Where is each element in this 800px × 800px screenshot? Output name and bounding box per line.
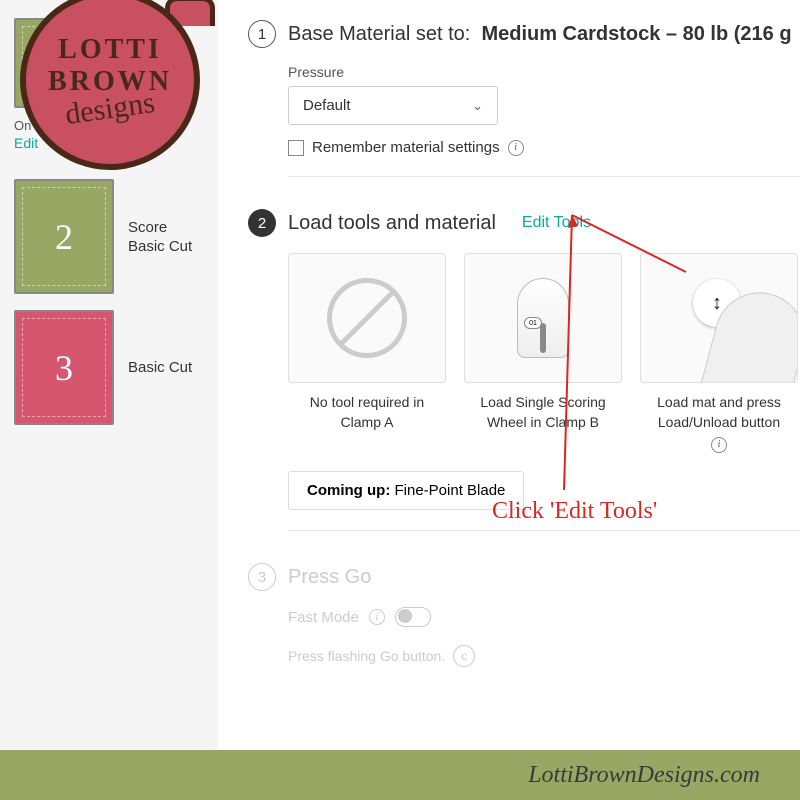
step-number-2: 2: [248, 209, 276, 237]
remember-checkbox[interactable]: [288, 140, 304, 156]
footer-bar: LottiBrownDesigns.com: [0, 750, 800, 800]
remember-label: Remember material settings: [312, 139, 500, 156]
scoring-wheel-icon: 01: [464, 253, 622, 383]
step-2-title: Load tools and material: [288, 212, 496, 235]
base-material-value: Medium Cardstock – 80 lb (216 g: [481, 23, 791, 45]
mat-thumb-2: 2: [14, 179, 114, 294]
go-button-icon: c: [453, 645, 475, 667]
load-mat-icon: ↕: [640, 253, 798, 383]
tool-card-clamp-a: No tool required in Clamp A: [288, 253, 446, 453]
mat-label-line1: Basic Cut: [128, 359, 192, 376]
no-tool-icon: [288, 253, 446, 383]
mat-label-line1: Score: [128, 219, 192, 236]
info-icon[interactable]: i: [711, 437, 727, 453]
coming-up-value: Fine-Point Blade: [395, 482, 506, 499]
tool-card-load-mat: ↕ Load mat and press Load/Unload button …: [640, 253, 798, 453]
info-icon[interactable]: i: [508, 140, 524, 156]
fast-mode-label: Fast Mode: [288, 609, 359, 626]
edit-tools-link[interactable]: Edit Tools: [522, 214, 591, 232]
tool-caption-b: Load Single Scoring Wheel in Clamp B: [464, 393, 622, 432]
tool-card-clamp-b: 01 Load Single Scoring Wheel in Clamp B: [464, 253, 622, 453]
coming-up-pill: Coming up: Fine-Point Blade: [288, 471, 524, 510]
step-1-title: Base Material set to: Medium Cardstock –…: [288, 23, 792, 46]
step-number-3: 3: [248, 563, 276, 591]
footer-text: LottiBrownDesigns.com: [528, 762, 760, 789]
mat-preview-3[interactable]: 3 Basic Cut: [0, 302, 218, 433]
mat-number: 3: [55, 347, 73, 389]
fast-mode-toggle: [395, 607, 431, 627]
base-material-label: Base Material set to:: [288, 23, 470, 45]
step-3: 3 Press Go Fast Mode i Press flashing Go…: [248, 563, 800, 667]
main-panel: 1 Base Material set to: Medium Cardstock…: [218, 0, 800, 750]
step-3-title: Press Go: [288, 566, 371, 589]
mat-label-line2: Basic Cut: [128, 238, 192, 255]
step-1: 1 Base Material set to: Medium Cardstock…: [248, 20, 800, 177]
logo: LOTTI BROWN designs: [10, 0, 220, 180]
mat-thumb-3: 3: [14, 310, 114, 425]
divider: [288, 176, 800, 177]
mat-preview-2[interactable]: 2 Score Basic Cut: [0, 171, 218, 302]
press-go-text: Press flashing Go button.: [288, 648, 445, 664]
coming-up-label: Coming up:: [307, 482, 390, 499]
mat-number: 2: [55, 216, 73, 258]
tool-caption-c: Load mat and press Load/Unload button: [640, 393, 798, 432]
step-number-1: 1: [248, 20, 276, 48]
logo-line1: LOTTI: [58, 34, 162, 66]
chevron-down-icon: ⌄: [472, 98, 483, 114]
updown-arrow-icon: ↕: [712, 292, 722, 315]
divider: [288, 530, 800, 531]
pressure-label: Pressure: [288, 64, 800, 80]
pressure-select[interactable]: Default ⌄: [288, 86, 498, 125]
tool-caption-a: No tool required in Clamp A: [288, 393, 446, 432]
step-2: 2 Load tools and material Edit Tools No …: [248, 209, 800, 531]
info-icon: i: [369, 609, 385, 625]
pressure-value: Default: [303, 97, 351, 114]
